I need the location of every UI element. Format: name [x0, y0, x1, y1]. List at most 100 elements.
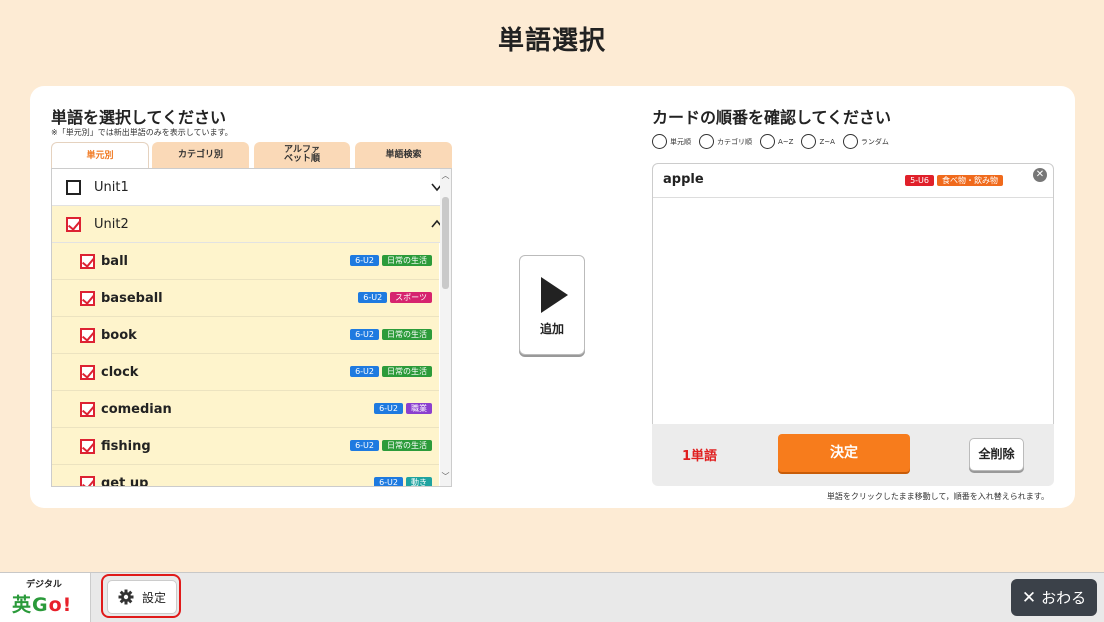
card-tags: 5-U6 食べ物・飲み物 — [905, 175, 1003, 186]
add-button[interactable]: 追加 — [519, 255, 585, 355]
sort-option-label: Z~A — [819, 137, 835, 146]
word-row[interactable]: book 6-U2 日常の生活 — [52, 317, 439, 354]
word-checkbox[interactable] — [80, 364, 95, 380]
scroll-up-icon[interactable]: ︿ — [440, 171, 451, 181]
tag-category: スポーツ — [390, 292, 432, 303]
radio-button[interactable] — [652, 134, 667, 149]
radio-button[interactable] — [842, 134, 858, 149]
tag-category: 日常の生活 — [382, 255, 432, 266]
word-tags: 6-U2 日常の生活 — [350, 440, 432, 451]
card-word: apple — [663, 172, 704, 187]
word-label: fishing — [101, 438, 151, 454]
gear-icon — [118, 589, 134, 605]
page-title: 単語選択 — [497, 26, 606, 56]
sort-option-label: カテゴリ順 — [717, 137, 752, 146]
card-footer: 1単語 決定 全削除 — [652, 424, 1054, 486]
tag-unit: 6-U2 — [358, 292, 388, 303]
word-row[interactable]: fishing 6-U2 日常の生活 — [52, 428, 439, 465]
scroll-thumb[interactable] — [442, 197, 449, 289]
settings-label: 設定 — [141, 590, 166, 605]
word-label: book — [101, 327, 137, 343]
scroll-down-icon[interactable]: ﹀ — [440, 472, 451, 482]
word-checkbox[interactable] — [80, 438, 95, 454]
unit2-checkbox[interactable] — [66, 216, 81, 232]
sort-option-label: 単元順 — [670, 137, 691, 146]
radio-button[interactable] — [760, 134, 775, 149]
confirm-button[interactable]: 決定 — [778, 434, 910, 472]
word-label: clock — [101, 364, 139, 380]
tab-by-unit[interactable]: 単元別 — [51, 142, 149, 169]
sort-option[interactable]: Z~A — [801, 134, 835, 149]
word-tags: 6-U2 職業 — [374, 403, 432, 414]
add-button-label: 追加 — [539, 322, 564, 336]
left-note: ※「単元別」では新出単語のみを表示しています。 — [51, 128, 233, 137]
tag-category: 日常の生活 — [382, 329, 432, 340]
tag-unit: 6-U2 — [350, 329, 379, 340]
sort-option[interactable]: A~Z — [760, 134, 793, 149]
close-icon: ✕ — [1021, 587, 1037, 608]
word-checkbox[interactable] — [80, 401, 95, 417]
tag-unit: 6-U2 — [350, 255, 379, 266]
unit1-checkbox[interactable] — [66, 179, 81, 195]
word-checkbox[interactable] — [80, 475, 95, 486]
bottom-bar: デジタル 英Go! 設定 ✕ おわる — [0, 572, 1104, 622]
word-list: Unit1 Unit2 ball 6-U2 日常の生活 baseball 6-U2 スポー… — [51, 168, 452, 487]
unit-row-unit2[interactable]: Unit2 — [52, 206, 451, 243]
tag-category: 動き — [406, 477, 432, 486]
close-icon[interactable]: ✕ — [1033, 168, 1047, 182]
tag-unit: 5-U6 — [905, 175, 934, 186]
exit-label: おわる — [1041, 589, 1087, 607]
word-tags: 6-U2 日常の生活 — [350, 255, 432, 266]
tag-unit: 6-U2 — [350, 366, 379, 377]
right-heading: カードの順番を確認してください — [652, 108, 892, 127]
unit-label: Unit2 — [94, 216, 129, 232]
word-row[interactable]: comedian 6-U2 職業 — [52, 391, 439, 428]
word-checkbox[interactable] — [80, 290, 95, 306]
tag-category: 日常の生活 — [382, 366, 432, 377]
word-tags: 6-U2 日常の生活 — [350, 366, 432, 377]
word-label: get up — [101, 475, 149, 487]
word-row[interactable]: get up 6-U2 動き — [52, 465, 439, 487]
play-arrow-icon — [541, 277, 568, 313]
card-list: apple 5-U6 食べ物・飲み物 ✕ — [652, 163, 1054, 425]
tab-alphabetical[interactable]: アルファ ベット順 — [254, 142, 350, 168]
scrollbar[interactable]: ︿ ﹀ — [440, 169, 451, 486]
tag-unit: 6-U2 — [350, 440, 379, 451]
settings-inner[interactable]: 設定 — [107, 580, 177, 614]
tag-category: 日常の生活 — [382, 440, 432, 451]
logo-main-b: o! — [48, 594, 73, 616]
settings-button[interactable]: 設定 — [101, 574, 181, 618]
left-heading: 単語を選択してください — [51, 108, 227, 127]
clear-all-button[interactable]: 全削除 — [969, 438, 1024, 471]
word-row[interactable]: baseball 6-U2 スポーツ — [52, 280, 439, 317]
sort-option[interactable]: 単元順 — [652, 134, 691, 149]
sort-options: 単元順 カテゴリ順 A~Z Z~A ランダム — [652, 134, 897, 149]
sort-option[interactable]: ランダム — [842, 134, 889, 149]
card-row[interactable]: apple 5-U6 食べ物・飲み物 ✕ — [653, 164, 1053, 198]
sort-option-label: A~Z — [778, 137, 794, 146]
tag-unit: 6-U2 — [374, 403, 403, 414]
word-label: ball — [101, 253, 128, 269]
exit-button[interactable]: ✕ おわる — [1011, 579, 1097, 616]
sort-option[interactable]: カテゴリ順 — [699, 134, 752, 149]
word-checkbox[interactable] — [80, 327, 95, 343]
app-logo: デジタル 英Go! — [0, 573, 91, 622]
tag-unit: 6-U2 — [374, 477, 403, 486]
radio-button[interactable] — [801, 134, 817, 149]
word-label: baseball — [101, 290, 163, 306]
unit-row-unit1[interactable]: Unit1 — [52, 169, 451, 206]
word-row[interactable]: clock 6-U2 日常の生活 — [52, 354, 439, 391]
word-tags: 6-U2 動き — [374, 477, 432, 486]
tab-word-search[interactable]: 単語検索 — [355, 142, 452, 168]
reorder-hint: 単語をクリックしたまま移動して，順番を入れ替えられます。 — [826, 492, 1049, 501]
word-checkbox[interactable] — [80, 253, 95, 269]
logo-top-text: デジタル — [26, 580, 62, 590]
tab-bar: 単元別 カテゴリ別 アルファ ベット順 単語検索 — [51, 142, 452, 169]
unit-label: Unit1 — [94, 179, 129, 195]
radio-button[interactable] — [699, 134, 714, 149]
word-label: comedian — [101, 401, 172, 417]
word-tags: 6-U2 日常の生活 — [350, 329, 432, 340]
tab-by-category[interactable]: カテゴリ別 — [152, 142, 249, 168]
word-row[interactable]: ball 6-U2 日常の生活 — [52, 243, 439, 280]
main-panel: 単語を選択してください ※「単元別」では新出単語のみを表示しています。 単元別 … — [30, 86, 1075, 508]
